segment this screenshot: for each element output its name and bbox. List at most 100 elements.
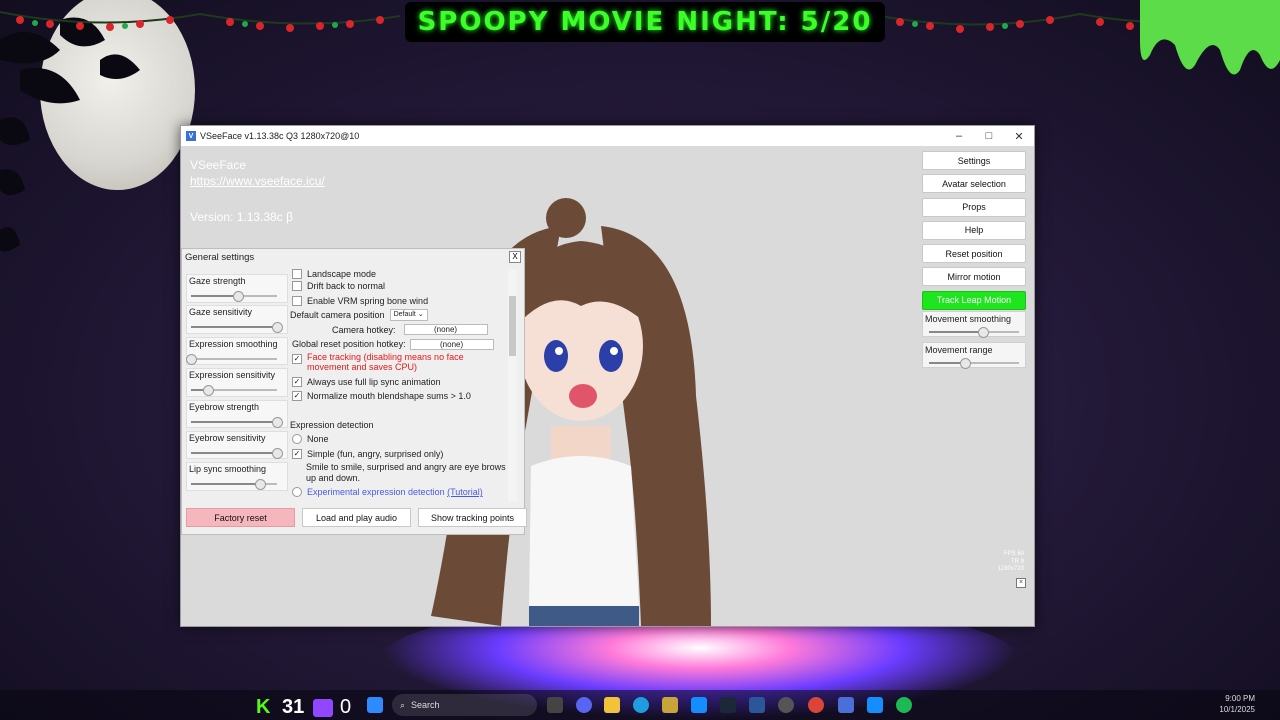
face-tracking-label: Face tracking (disabling means no face m…: [307, 351, 464, 372]
movement-range-control: Movement range: [922, 342, 1026, 369]
load-audio-button[interactable]: Load and play audio: [302, 508, 411, 527]
eyebrow-sensitivity-label: Eyebrow sensitivity: [189, 432, 266, 443]
system-clock[interactable]: 9:00 PM 10/1/2025: [1219, 693, 1255, 715]
tutorial-link[interactable]: (Tutorial): [447, 487, 483, 497]
spotify-icon[interactable]: [896, 697, 912, 713]
reset-position-button[interactable]: Reset position: [922, 244, 1026, 264]
drift-checkbox[interactable]: [292, 281, 302, 292]
search-icon: ⌕: [400, 699, 406, 710]
movement-range-label: Movement range: [925, 345, 993, 355]
stats-overlay: FPS 60 TR 9 1280x720: [998, 551, 1024, 574]
expression-smoothing-control: Expression smoothing: [186, 336, 288, 366]
expression-sensitivity-slider[interactable]: [191, 385, 277, 397]
obs-icon[interactable]: [778, 697, 794, 713]
gaze-sensitivity-slider[interactable]: [191, 322, 283, 334]
experimental-label: Experimental expression detection: [307, 487, 445, 498]
settings-scrollbar[interactable]: [508, 269, 517, 501]
app-name: VSeeFace: [190, 158, 247, 172]
maximize-button[interactable]: □: [974, 130, 1004, 143]
eyebrow-strength-control: Eyebrow strength: [186, 399, 288, 429]
movement-sliders: Movement smoothing Movement range: [922, 311, 1026, 373]
eyebrow-strength-label: Eyebrow strength: [189, 401, 260, 412]
twitch-icon: [313, 699, 333, 717]
movement-range-slider[interactable]: [929, 358, 1019, 369]
expression-none-label: None: [307, 434, 329, 445]
battlenet-icon[interactable]: [691, 697, 707, 713]
settings-button[interactable]: Settings: [922, 151, 1026, 170]
landscape-label: Landscape mode: [307, 269, 377, 279]
movement-smoothing-slider[interactable]: [929, 327, 1019, 338]
camera-position-select[interactable]: Default ⌄: [389, 309, 428, 322]
camera-hotkey-field[interactable]: (none): [403, 324, 488, 336]
expression-smoothing-slider[interactable]: [186, 353, 277, 365]
close-button[interactable]: ✕: [1004, 130, 1034, 143]
windows-start-icon[interactable]: [367, 697, 383, 713]
wow-icon[interactable]: [662, 697, 678, 713]
help-button[interactable]: Help: [922, 220, 1026, 240]
face-tracking-checkbox[interactable]: ✓: [292, 353, 302, 364]
lip-sync-smoothing-label: Lip sync smoothing: [189, 464, 267, 475]
vseeface-window: V VSeeFace v1.13.38c Q3 1280x720@10 – □ …: [180, 125, 1035, 627]
taskbar-search[interactable]: ⌕ Search: [392, 694, 537, 716]
vseeface-app-icon: V: [186, 131, 196, 141]
slime-decoration: [1140, 0, 1280, 75]
tr-readout: TR 9: [1010, 558, 1024, 565]
lip-sync-smoothing-control: Lip sync smoothing: [186, 462, 288, 491]
show-tracking-points-button[interactable]: Show tracking points: [418, 508, 527, 527]
mirror-motion-button[interactable]: Mirror motion: [922, 267, 1026, 287]
expression-detection-heading: Expression detection: [290, 419, 374, 430]
gaze-strength-slider[interactable]: [191, 291, 277, 302]
fps-readout: FPS 60: [1003, 551, 1024, 557]
gaze-sensitivity-control: Gaze sensitivity: [186, 305, 288, 334]
track-leap-motion-button[interactable]: Track Leap Motion: [922, 290, 1026, 310]
scrollbar-thumb[interactable]: [509, 296, 516, 356]
eyebrow-strength-slider[interactable]: [191, 416, 283, 428]
close-stats-icon[interactable]: ×: [1016, 578, 1026, 588]
tracking-sliders: Gaze strength Gaze sensitivity Expressio…: [186, 274, 288, 494]
avatar-selection-button[interactable]: Avatar selection: [922, 174, 1026, 194]
file-explorer-icon[interactable]: [604, 697, 620, 713]
search-placeholder: Search: [411, 700, 440, 710]
general-settings-dialog: General settings X Gaze strength Gaze se…: [181, 248, 527, 535]
website-link[interactable]: https://www.vseeface.icu/: [190, 174, 325, 188]
edge-icon[interactable]: [633, 697, 649, 713]
lip-sync-smoothing-slider[interactable]: [191, 479, 277, 491]
minimize-button[interactable]: –: [944, 130, 974, 143]
lip-sync-label: Always use full lip sync animation: [307, 376, 441, 387]
task-view-icon[interactable]: [547, 697, 563, 713]
window-titlebar[interactable]: V VSeeFace v1.13.38c Q3 1280x720@10 – □ …: [181, 126, 1034, 146]
battlenet-alt-icon[interactable]: [867, 697, 883, 713]
avatar-viewport[interactable]: VSeeFace https://www.vseeface.icu/ Versi…: [181, 146, 1034, 626]
expression-simple-description: Smile to smile, surprised and angry are …: [306, 462, 506, 483]
spring-bone-checkbox[interactable]: [292, 295, 302, 306]
lip-sync-checkbox[interactable]: ✓: [292, 376, 302, 387]
clock-date: 10/1/2025: [1219, 705, 1255, 714]
props-button[interactable]: Props: [922, 197, 1026, 217]
gaze-strength-label: Gaze strength: [189, 276, 246, 286]
chrome-icon[interactable]: [808, 697, 824, 713]
camera-position-label: Default camera position: [290, 310, 385, 321]
clock-time: 9:00 PM: [1225, 694, 1255, 703]
vseeface-taskbar-icon[interactable]: [838, 697, 854, 713]
discord-icon[interactable]: [576, 697, 592, 713]
expression-none-radio[interactable]: [292, 434, 302, 445]
word-icon[interactable]: [749, 697, 765, 713]
window-title: VSeeFace v1.13.38c Q3 1280x720@10: [200, 131, 360, 141]
dialog-close-button[interactable]: X: [509, 251, 521, 263]
event-banner: SPOOPY MOVIE NIGHT: 5/20: [405, 2, 885, 42]
reset-hotkey-label: Global reset position hotkey:: [292, 339, 406, 350]
factory-reset-button[interactable]: Factory reset: [186, 508, 295, 527]
reset-hotkey-field[interactable]: (none): [409, 338, 494, 350]
camera-position-value: Default: [393, 311, 416, 319]
eyebrow-sensitivity-control: Eyebrow sensitivity: [186, 430, 288, 460]
version-label: Version: 1.13.38c β: [190, 210, 293, 224]
dialog-title: General settings: [185, 252, 255, 263]
expression-simple-radio[interactable]: ✓: [292, 448, 302, 459]
landscape-checkbox[interactable]: [292, 269, 302, 279]
steam-icon[interactable]: [720, 697, 736, 713]
expression-smoothing-label: Expression smoothing: [189, 338, 278, 349]
drift-label: Drift back to normal: [307, 281, 386, 292]
expression-experimental-radio[interactable]: [292, 487, 302, 498]
eyebrow-sensitivity-slider[interactable]: [191, 447, 283, 459]
normalize-checkbox[interactable]: ✓: [292, 391, 302, 402]
